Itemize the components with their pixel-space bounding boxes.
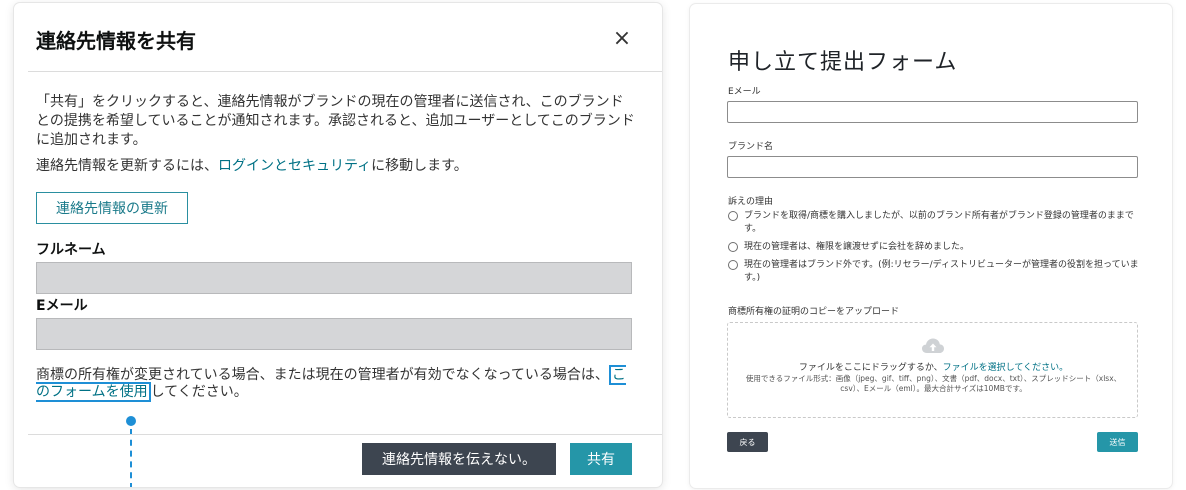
radio-button[interactable] [728,260,738,270]
reason-option-2[interactable]: 現在の管理者は、権限を譲渡せずに会社を辞めました。 [728,241,1144,254]
reason-option-text: ブランドを取得/商標を購入しましたが、以前のブランド所有者がブランド登録の管理者… [744,211,1134,234]
accepted-formats-text: 使用できるファイル形式：画像（jpeg、gif、tiff、png）、文書（pdf… [745,374,1122,393]
update-suffix-text: に移動します。 [371,158,468,174]
notice-suffix-text: してください。 [150,384,248,400]
connector-dashed-line [130,429,132,487]
file-dropzone[interactable]: ファイルをここにドラッグするか、ファイルを選択してください。 使用できるファイル… [727,322,1138,418]
drop-instructions: ファイルをここにドラッグするか、ファイルを選択してください。 [738,360,1129,373]
email-label: Eメール [36,298,88,314]
radio-button[interactable] [728,242,738,252]
drop-prefix-text: ファイルをここにドラッグするか、 [798,363,943,373]
back-button[interactable]: 戻る [727,432,768,452]
reason-option-text: 現在の管理者はブランド外です。(例:リセラー/ディストリビューターが管理者の役割… [744,260,1139,283]
claim-form-panel: 申し立て提出フォーム Eメール ブランド名 訴えの理由 ブランドを取得/商標を購… [690,4,1172,488]
update-contact-button[interactable]: 連絡先情報の更新 [36,192,188,224]
fullname-field[interactable] [36,262,632,294]
submit-button[interactable]: 送信 [1097,432,1138,452]
reason-option-3[interactable]: 現在の管理者はブランド外です。(例:リセラー/ディストリビューターが管理者の役割… [728,259,1144,285]
select-file-link[interactable]: ファイルを選択してください。 [943,363,1068,373]
email-field[interactable] [36,318,632,350]
brand-name-label: ブランド名 [728,142,774,152]
dialog-title: 連絡先情報を共有 [36,29,196,53]
decline-share-button[interactable]: 連絡先情報を伝えない。 [362,443,556,475]
reason-label: 訴えの理由 [728,197,774,207]
header-divider [28,71,662,72]
cloud-upload-icon [922,338,944,353]
email-label: Eメール [728,87,761,97]
ownership-notice: 商標の所有権が変更されている場合、または現在の管理者が有効でなくなっている場合は… [36,365,636,402]
close-icon[interactable]: × [610,25,634,53]
update-prefix-text: 連絡先情報を更新するには、 [36,158,218,174]
reason-option-1[interactable]: ブランドを取得/商標を購入しましたが、以前のブランド所有者がブランド登録の管理者… [728,210,1144,236]
connector-dot [126,416,136,426]
update-instructions: 連絡先情報を更新するには、ログインとセキュリティに移動します。 [36,157,636,176]
reason-option-text: 現在の管理者は、権限を譲渡せずに会社を辞めました。 [744,242,970,252]
brand-name-input[interactable] [727,156,1138,178]
email-input[interactable] [727,101,1138,123]
upload-label: 商標所有権の証明のコピーをアップロード [728,307,900,317]
footer-divider [28,434,662,435]
form-title: 申し立て提出フォーム [728,50,958,75]
share-button[interactable]: 共有 [570,443,632,475]
login-security-link[interactable]: ログインとセキュリティ [218,158,371,174]
notice-prefix-text: 商標の所有権が変更されている場合、または現在の管理者が有効でなくなっている場合は… [36,367,609,383]
share-contact-dialog: 連絡先情報を共有 × 「共有」をクリックすると、連絡先情報がブランドの現在の管理… [14,3,662,487]
dialog-description: 「共有」をクリックすると、連絡先情報がブランドの現在の管理者に送信され、このブラ… [36,94,635,148]
fullname-label: フルネーム [36,242,106,258]
radio-button[interactable] [728,211,738,221]
